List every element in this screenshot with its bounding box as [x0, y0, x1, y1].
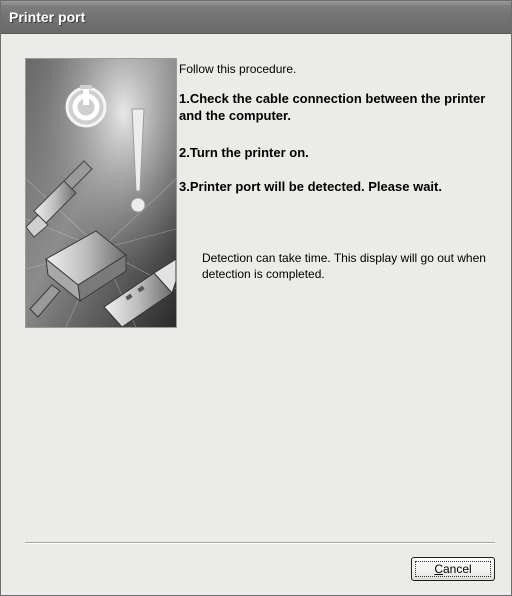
detection-note: Detection can take time. This display wi… [202, 251, 486, 281]
cancel-button[interactable]: Cancel [411, 557, 495, 581]
printer-port-dialog: Printer port Follow this procedure. 1.Ch… [0, 0, 512, 596]
intro-text: Follow this procedure. [179, 62, 297, 76]
cancel-mnemonic: C [434, 562, 443, 576]
window-title: Printer port [9, 9, 86, 25]
connection-illustration [25, 58, 177, 328]
title-bar[interactable]: Printer port [1, 1, 511, 34]
step-3-text: 3.Printer port will be detected. Please … [179, 179, 442, 194]
dialog-body: Follow this procedure. 1.Check the cable… [5, 34, 507, 591]
step-2-text: 2.Turn the printer on. [179, 145, 309, 160]
step-1-text: 1.Check the cable connection between the… [179, 91, 486, 123]
cancel-button-label: Cancel [434, 562, 471, 576]
cancel-label-rest: ancel [442, 562, 472, 576]
separator [25, 542, 495, 544]
